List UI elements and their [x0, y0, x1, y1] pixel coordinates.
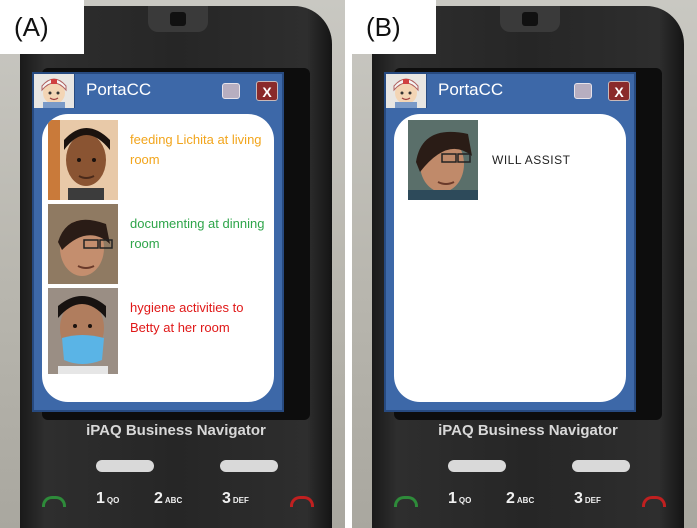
camera-icon	[500, 6, 560, 32]
portacc-window: PortaCC X WILL ASSIST	[384, 72, 636, 412]
response-area: WILL ASSIST	[394, 114, 626, 402]
panel-label: (B)	[352, 0, 436, 54]
panel-a: (A) iPAQ Business Navigator 1 QO 2 ABC 3 DE…	[0, 0, 345, 528]
key-3[interactable]: 3 DEF	[222, 490, 249, 508]
response-text: WILL ASSIST	[492, 153, 571, 167]
activity-list: feeding Lichita at living room documenti…	[42, 114, 274, 402]
panel-label: (A)	[0, 0, 84, 54]
key-1[interactable]: 1 QO	[96, 490, 119, 508]
call-green-icon[interactable]	[42, 496, 66, 507]
list-item[interactable]: WILL ASSIST	[408, 120, 626, 202]
activity-text: feeding Lichita at living room	[130, 132, 262, 167]
caregiver-photo	[408, 120, 478, 200]
activity-text: documenting at dinning room	[130, 216, 265, 251]
app-title: PortaCC	[438, 80, 504, 99]
left-soft-key[interactable]	[448, 460, 506, 472]
title-bar: PortaCC X	[386, 74, 634, 108]
key-1[interactable]: 1 QO	[448, 490, 471, 508]
nurse-avatar-icon	[34, 74, 75, 108]
minimize-icon[interactable]	[574, 83, 592, 99]
key-2[interactable]: 2 ABC	[506, 490, 534, 508]
keypad-row: 1 QO 2 ABC 3 DEF	[386, 484, 672, 524]
portacc-window: PortaCC X feeding Lichita at living room	[32, 72, 284, 412]
list-item[interactable]: documenting at dinning room	[48, 204, 270, 286]
close-button[interactable]: X	[256, 81, 278, 101]
list-item[interactable]: feeding Lichita at living room	[48, 120, 270, 202]
camera-icon	[148, 6, 208, 32]
caregiver-photo	[48, 120, 118, 200]
right-soft-key[interactable]	[572, 460, 630, 472]
call-red-icon[interactable]	[642, 496, 666, 507]
close-button[interactable]: X	[608, 81, 630, 101]
key-3[interactable]: 3 DEF	[574, 490, 601, 508]
app-title: PortaCC	[86, 80, 152, 99]
panel-b: (B) iPAQ Business Navigator 1 QO 2 ABC 3 DE…	[352, 0, 697, 528]
caregiver-photo	[48, 288, 118, 374]
minimize-icon[interactable]	[222, 83, 240, 99]
keypad-row: 1 QO 2 ABC 3 DEF	[34, 484, 320, 524]
call-green-icon[interactable]	[394, 496, 418, 507]
caregiver-photo	[48, 204, 118, 284]
key-2[interactable]: 2 ABC	[154, 490, 182, 508]
activity-text: hygiene activities to Betty at her room	[130, 300, 244, 335]
right-soft-key[interactable]	[220, 460, 278, 472]
list-item[interactable]: hygiene activities to Betty at her room	[48, 288, 270, 378]
brand-label: iPAQ Business Navigator	[438, 422, 618, 439]
left-soft-key[interactable]	[96, 460, 154, 472]
nav-bar	[60, 454, 292, 478]
brand-label: iPAQ Business Navigator	[86, 422, 266, 439]
title-bar: PortaCC X	[34, 74, 282, 108]
nurse-avatar-icon	[386, 74, 427, 108]
nav-bar	[412, 454, 644, 478]
call-red-icon[interactable]	[290, 496, 314, 507]
